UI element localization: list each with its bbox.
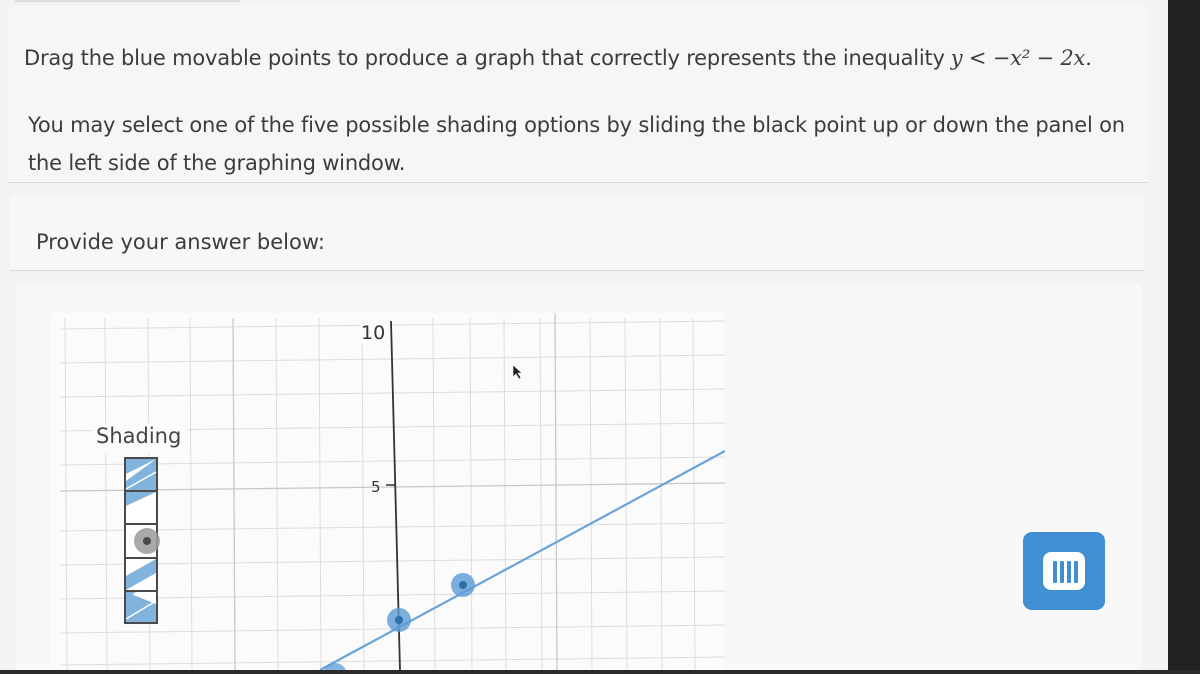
shading-selector[interactable] bbox=[124, 457, 160, 624]
page-background: Drag the blue movable points to produce … bbox=[0, 0, 1168, 674]
answer-prompt-label: Provide your answer below: bbox=[36, 230, 325, 254]
chat-icon bbox=[1043, 552, 1085, 590]
right-screen-edge bbox=[1168, 0, 1200, 670]
graph-svg[interactable]: 10 5 Shading bbox=[50, 312, 726, 674]
shading-slider-handle[interactable] bbox=[134, 528, 160, 554]
chat-icon-bar bbox=[1067, 561, 1071, 583]
chat-button[interactable] bbox=[1023, 532, 1105, 610]
y-tick-label-10: 10 bbox=[361, 322, 385, 344]
movable-point-1[interactable] bbox=[387, 608, 411, 632]
chat-icon-bar bbox=[1074, 561, 1078, 583]
question-panel: Drag the blue movable points to produce … bbox=[8, 6, 1148, 183]
graphing-window[interactable]: 10 5 Shading bbox=[50, 312, 726, 674]
instruction-text: Drag the blue movable points to produce … bbox=[24, 46, 945, 70]
shading-panel-label: Shading bbox=[96, 424, 181, 448]
inequality-math: y < −x² − 2x. bbox=[950, 46, 1092, 70]
question-instruction: Drag the blue movable points to produce … bbox=[24, 46, 1092, 70]
answer-panel: Provide your answer below: bbox=[10, 195, 1145, 271]
shading-help-text: You may select one of the five possible … bbox=[28, 113, 1125, 175]
y-tick-label-5: 5 bbox=[371, 478, 381, 496]
movable-point-2[interactable] bbox=[451, 573, 475, 597]
top-divider bbox=[15, 0, 240, 2]
chat-icon-bar bbox=[1060, 561, 1064, 583]
chat-icon-bar bbox=[1053, 561, 1057, 583]
